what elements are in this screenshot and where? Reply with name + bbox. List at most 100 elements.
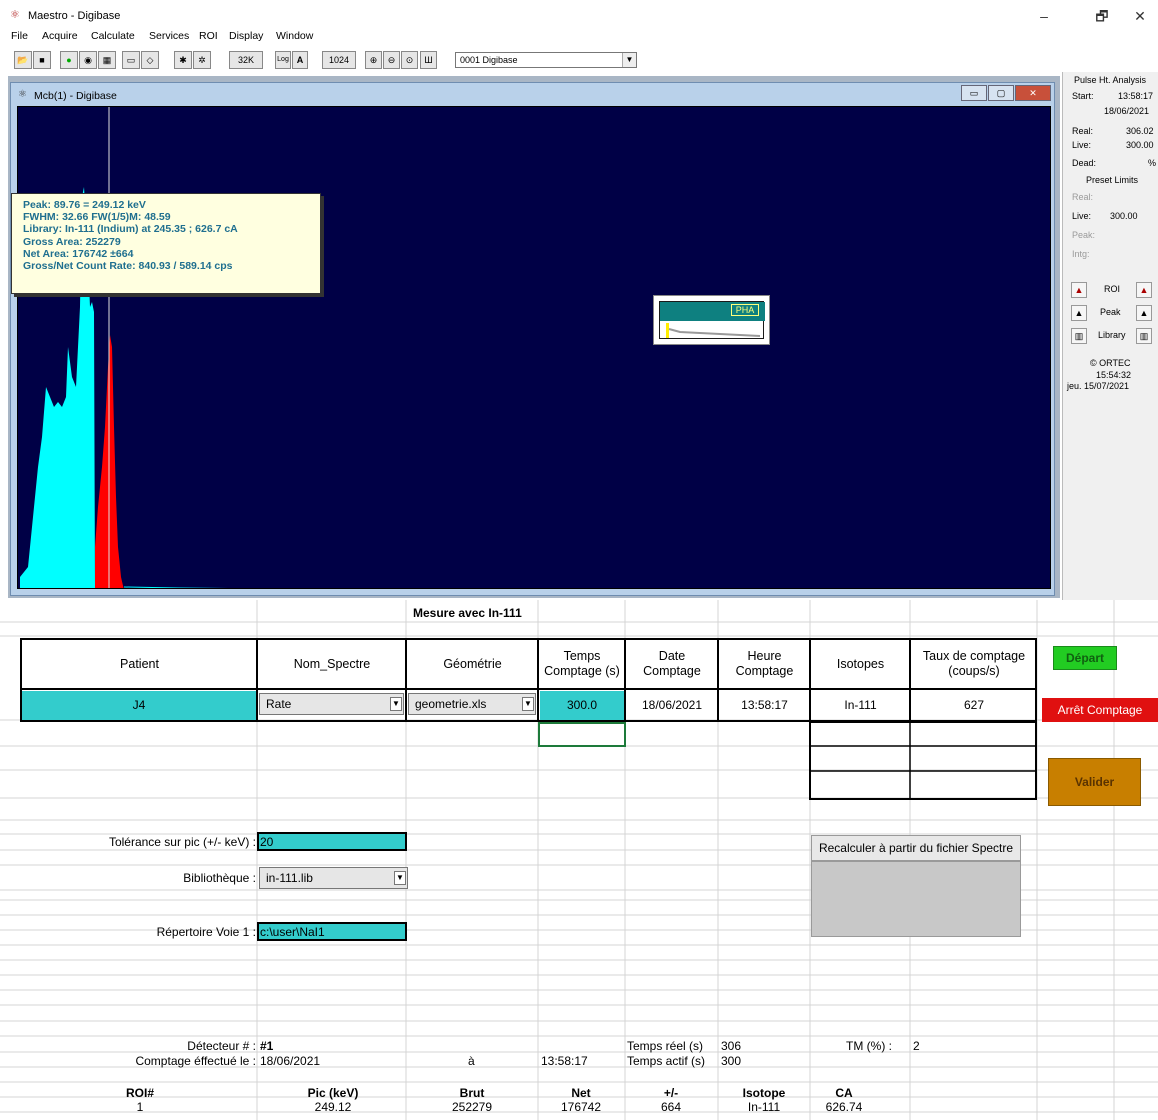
start-date: 18/06/2021 — [1104, 106, 1150, 116]
start-acquire-icon[interactable]: ● — [60, 51, 78, 69]
date-value[interactable]: 18/06/2021 — [626, 698, 718, 712]
patient-value[interactable]: J4 — [22, 698, 256, 712]
log-scale-button[interactable]: Log — [275, 51, 291, 69]
spectrum-display[interactable] — [17, 106, 1051, 589]
mcb-window-title: Mcb(1) - Digibase — [34, 90, 117, 102]
mesure-title: Mesure avec In-111 — [413, 606, 522, 620]
open-folder-icon[interactable]: 📂 — [14, 51, 32, 69]
results-plusminus: 664 — [660, 1100, 682, 1114]
vertical-scale-button[interactable]: 32K — [229, 51, 263, 69]
bibliotheque-label: Bibliothèque : — [183, 871, 256, 885]
clear-spectrum-icon[interactable]: ▦ — [98, 51, 116, 69]
comptage-heure: 13:58:17 — [541, 1054, 588, 1068]
detecteur-value: #1 — [260, 1039, 274, 1053]
heure-value[interactable]: 13:58:17 — [719, 698, 810, 712]
isotope-value[interactable]: In-111 — [811, 698, 910, 712]
mcb-maximize-button[interactable]: ▢ — [988, 85, 1014, 101]
taux-value[interactable]: 627 — [911, 698, 1037, 712]
peak-nav-label: Peak — [1100, 307, 1121, 317]
title-bar — [0, 0, 1158, 28]
isotope-subtable-lines — [809, 721, 1037, 800]
spectrum-tail — [123, 586, 229, 588]
nom-spectre-combo[interactable]: Rate ▼ — [259, 693, 404, 715]
zoom-in-icon[interactable]: ⊕ — [365, 51, 382, 69]
preset-intg-label: Intg: — [1072, 249, 1090, 259]
window-title: Maestro - Digibase — [28, 10, 121, 22]
results-header-ca: CA — [835, 1086, 853, 1100]
depart-button[interactable]: Départ — [1053, 646, 1117, 670]
comptage-label: Comptage éffectué le : — [135, 1054, 256, 1068]
detector-select[interactable]: 0001 Digibase ▼ — [455, 52, 637, 68]
menu-services[interactable]: Services — [149, 30, 189, 42]
restore-button[interactable]: 🗗 — [1088, 6, 1116, 26]
detecteur-label: Détecteur # : — [187, 1039, 256, 1053]
chevron-down-icon[interactable]: ▼ — [522, 697, 534, 711]
results-net: 176742 — [560, 1100, 602, 1114]
menu-display[interactable]: Display — [229, 30, 263, 42]
recalculer-button[interactable]: Recalculer à partir du fichier Spectre — [811, 835, 1021, 861]
chevron-down-icon[interactable]: ▼ — [394, 871, 406, 885]
ortec-brand: © ORTEC — [1090, 358, 1131, 368]
chevron-down-icon[interactable]: ▼ — [622, 53, 636, 67]
results-ca: 626.74 — [825, 1100, 863, 1114]
header-date-2: Comptage — [643, 664, 701, 678]
geometrie-combo[interactable]: geometrie.xls ▼ — [408, 693, 536, 715]
menu-window[interactable]: Window — [276, 30, 313, 42]
mcb-minimize-button[interactable]: ▭ — [961, 85, 987, 101]
header-temps-1: Temps — [563, 649, 601, 663]
chevron-down-icon[interactable]: ▼ — [390, 697, 402, 711]
mcb-close-button[interactable]: ✕ — [1015, 85, 1051, 101]
auto-scale-button[interactable]: A — [292, 51, 308, 69]
header-geometrie: Géométrie — [443, 657, 502, 671]
clock-time: 15:54:32 — [1096, 370, 1132, 380]
tolerance-input[interactable]: 20 — [260, 835, 273, 849]
header-taux-1: Taux de comptage — [922, 649, 1026, 663]
peak-next-icon[interactable]: ▲ — [1136, 305, 1152, 321]
roi-next-icon[interactable]: ▲ — [1136, 282, 1152, 298]
menu-calculate[interactable]: Calculate — [91, 30, 135, 42]
horizontal-scale-button[interactable]: 1024 — [322, 51, 356, 69]
header-isotopes: Isotopes — [836, 657, 885, 671]
tolerance-label: Tolérance sur pic (+/- keV) : — [108, 835, 256, 849]
stop-acquire-icon[interactable]: ◉ — [79, 51, 97, 69]
menu-acquire[interactable]: Acquire — [42, 30, 78, 42]
menu-roi[interactable]: ROI — [199, 30, 218, 42]
detector-buffer-icon[interactable]: ◇ — [141, 51, 159, 69]
arret-comptage-button[interactable]: Arrêt Comptage — [1042, 698, 1158, 722]
minimize-button[interactable]: – — [1030, 6, 1058, 26]
results-header-roi: ROI# — [125, 1086, 154, 1100]
preset-real-label: Real: — [1072, 192, 1094, 202]
tm-label: TM (%) : — [846, 1039, 892, 1053]
geometrie-value: geometrie.xls — [415, 697, 487, 711]
roi-prev-icon[interactable]: ▲ — [1071, 282, 1087, 298]
pha-header: Pulse Ht. Analysis — [1074, 75, 1147, 85]
dead-value: % — [1148, 158, 1157, 168]
peak-prev-icon[interactable]: ▲ — [1071, 305, 1087, 321]
library-prev-icon[interactable]: ▥ — [1071, 328, 1087, 344]
copy-buffer-icon[interactable]: ▭ — [122, 51, 140, 69]
library-next-icon[interactable]: ▥ — [1136, 328, 1152, 344]
preset-peak-label: Peak: — [1072, 230, 1096, 240]
library-info-line: Library: In-111 (Indium) at 245.35 ; 626… — [23, 223, 238, 236]
menu-file[interactable]: File — [11, 30, 28, 42]
selected-cell[interactable] — [538, 722, 626, 747]
tm-value: 2 — [913, 1039, 920, 1053]
bibliotheque-combo[interactable]: in-111.lib ▼ — [259, 867, 408, 889]
temps-actif-label: Temps actif (s) — [627, 1054, 706, 1068]
roi-clear-icon[interactable]: ✲ — [193, 51, 211, 69]
close-button[interactable]: ✕ — [1126, 6, 1154, 26]
center-icon[interactable]: ⊙ — [401, 51, 418, 69]
full-view-icon[interactable]: Ш — [420, 51, 437, 69]
save-icon[interactable]: ■ — [33, 51, 51, 69]
temps-value[interactable]: 300.0 — [540, 698, 624, 712]
header-nom-spectre: Nom_Spectre — [293, 657, 371, 671]
zoom-out-icon[interactable]: ⊖ — [383, 51, 400, 69]
preset-live-label: Live: — [1072, 211, 1092, 221]
repertoire-input[interactable]: c:\user\NaI1 — [260, 925, 325, 939]
header-patient: Patient — [120, 657, 159, 671]
roi-mark-icon[interactable]: ✱ — [174, 51, 192, 69]
gross-area-line: Gross Area: 252279 — [23, 235, 121, 248]
start-time: 13:58:17 — [1118, 91, 1154, 101]
mcb-window-icon: ⚛ — [18, 89, 27, 100]
valider-button[interactable]: Valider — [1048, 758, 1141, 806]
